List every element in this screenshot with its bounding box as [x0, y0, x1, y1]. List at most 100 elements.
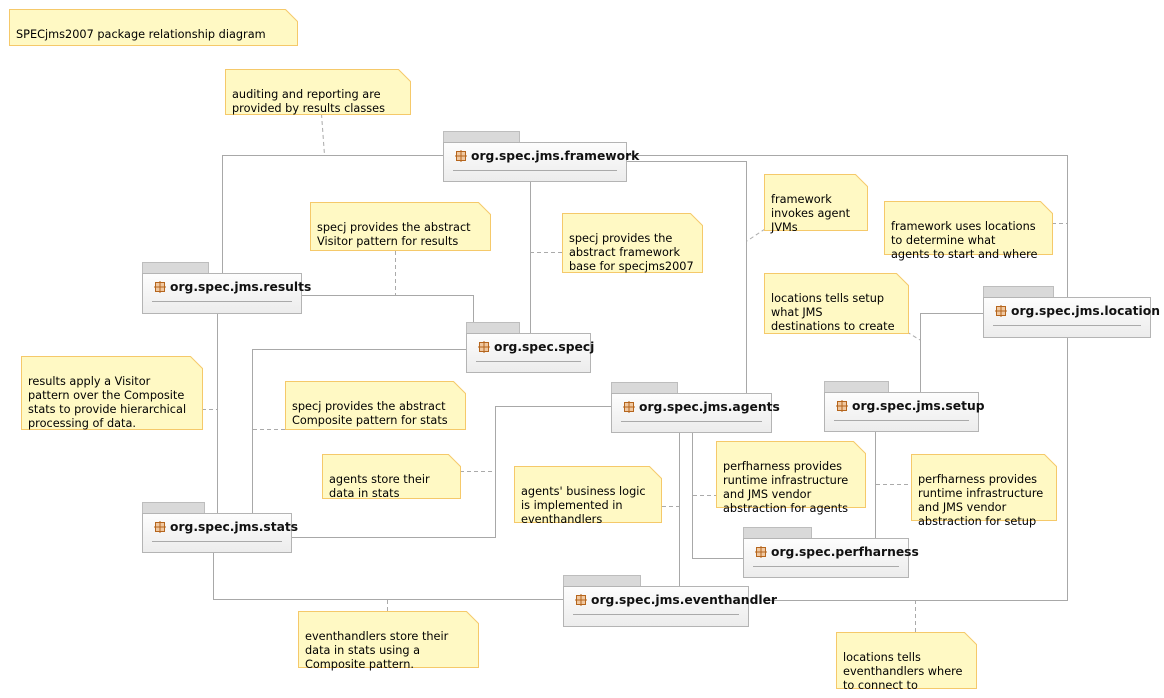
package-icon — [154, 281, 166, 293]
note-locations-eventhandlers: locations tells eventhandlers where to c… — [836, 632, 977, 692]
package-framework[interactable]: org.spec.jms.framework — [443, 131, 639, 182]
package-compartment-divider — [621, 421, 762, 422]
package-setup[interactable]: org.spec.jms.setup — [824, 381, 985, 432]
note-agents-store: agents store their data in stats — [322, 454, 461, 500]
package-icon — [575, 594, 587, 606]
note-fold-icon — [478, 202, 491, 215]
note-text: perfharness provides runtime infrastruct… — [918, 473, 1044, 528]
note-link-invokes-agents — [746, 228, 766, 242]
package-label: org.spec.perfharness — [755, 545, 919, 559]
note-fold-icon — [453, 381, 466, 394]
package-icon — [455, 150, 467, 162]
note-framework-base: specj provides the abstract framework ba… — [562, 213, 703, 273]
note-fold-icon — [690, 213, 703, 226]
note-text: framework uses locations to determine wh… — [891, 220, 1038, 261]
note-text: perfharness provides runtime infrastruct… — [723, 460, 849, 515]
note-text: agents' business logic is implemented in… — [521, 485, 646, 526]
package-body: org.spec.jms.location — [983, 297, 1160, 338]
package-name: org.spec.jms.framework — [471, 149, 640, 163]
package-name: org.spec.jms.setup — [852, 399, 985, 413]
note-visitor-results: specj provides the abstract Visitor patt… — [310, 202, 491, 251]
package-compartment-divider — [152, 541, 282, 542]
package-perfharness[interactable]: org.spec.perfharness — [743, 527, 919, 578]
package-label: org.spec.jms.eventhandler — [575, 593, 777, 607]
package-label: org.spec.jms.stats — [154, 520, 298, 534]
note-auditing: auditing and reporting are provided by r… — [225, 69, 411, 115]
package-specj[interactable]: org.spec.specj — [466, 322, 594, 373]
note-text: specj provides the abstract Composite pa… — [292, 400, 448, 427]
package-name: org.spec.jms.agents — [639, 400, 780, 414]
note-text: results apply a Visitor pattern over the… — [28, 375, 187, 430]
note-eventhandlers-store: eventhandlers store their data in stats … — [298, 611, 479, 671]
note-perf-agents: perfharness provides runtime infrastruct… — [716, 441, 866, 515]
package-body: org.spec.perfharness — [743, 538, 919, 578]
note-text: locations tells setup what JMS destinati… — [771, 292, 895, 333]
note-fold-icon — [466, 611, 479, 624]
package-label: org.spec.jms.location — [995, 304, 1160, 318]
package-label: org.spec.jms.agents — [623, 400, 780, 414]
package-diagram-canvas: SPECjms2007 package relationship diagram… — [0, 0, 1164, 698]
note-fold-icon — [1044, 454, 1057, 467]
package-body: org.spec.specj — [466, 333, 594, 373]
diagram-title-note: SPECjms2007 package relationship diagram — [9, 9, 298, 46]
package-compartment-divider — [476, 361, 581, 362]
package-body: org.spec.jms.results — [142, 273, 311, 314]
package-label: org.spec.jms.results — [154, 280, 311, 294]
package-body: org.spec.jms.stats — [142, 513, 298, 553]
note-fold-icon — [448, 454, 461, 467]
package-label: org.spec.jms.framework — [455, 149, 639, 163]
dependency-framework-agents — [627, 161, 747, 394]
note-text: SPECjms2007 package relationship diagram — [16, 28, 266, 41]
package-agents[interactable]: org.spec.jms.agents — [611, 382, 780, 433]
package-icon — [478, 341, 490, 353]
note-locations-setup: locations tells setup what JMS destinati… — [764, 273, 909, 334]
package-label: org.spec.specj — [478, 340, 594, 354]
note-fold-icon — [853, 441, 866, 454]
note-business-logic: agents' business logic is implemented in… — [514, 466, 662, 526]
package-body: org.spec.jms.setup — [824, 392, 985, 432]
note-fold-icon — [855, 174, 868, 187]
note-text: specj provides the abstract framework ba… — [569, 232, 694, 273]
note-text: locations tells eventhandlers where to c… — [843, 651, 963, 692]
package-body: org.spec.jms.framework — [443, 142, 639, 182]
package-compartment-divider — [152, 301, 292, 302]
note-fold-icon — [964, 632, 977, 645]
package-compartment-divider — [993, 325, 1141, 326]
note-uses-locations: framework uses locations to determine wh… — [884, 201, 1053, 261]
package-compartment-divider — [453, 170, 617, 171]
package-icon — [154, 521, 166, 533]
package-icon — [755, 546, 767, 558]
note-fold-icon — [1040, 201, 1053, 214]
package-compartment-divider — [753, 566, 899, 567]
package-compartment-divider — [834, 420, 969, 421]
note-fold-icon — [398, 69, 411, 82]
package-name: org.spec.perfharness — [771, 545, 919, 559]
package-compartment-divider — [573, 614, 739, 615]
package-results[interactable]: org.spec.jms.results — [142, 262, 311, 314]
note-text: auditing and reporting are provided by r… — [232, 88, 385, 115]
package-location[interactable]: org.spec.jms.location — [983, 286, 1160, 338]
note-text: eventhandlers store their data in stats … — [305, 630, 449, 671]
package-name: org.spec.jms.location — [1011, 304, 1160, 318]
note-link-auditing — [321, 113, 325, 156]
package-body: org.spec.jms.eventhandler — [563, 586, 777, 627]
note-text: agents store their data in stats — [329, 473, 430, 500]
package-stats[interactable]: org.spec.jms.stats — [142, 502, 298, 553]
package-eventhandler[interactable]: org.spec.jms.eventhandler — [563, 575, 777, 627]
dependency-results-specj — [302, 295, 474, 334]
package-icon — [836, 400, 848, 412]
package-label: org.spec.jms.setup — [836, 399, 985, 413]
note-perf-setup: perfharness provides runtime infrastruct… — [911, 454, 1057, 528]
package-name: org.spec.jms.eventhandler — [591, 593, 777, 607]
package-body: org.spec.jms.agents — [611, 393, 780, 433]
note-fold-icon — [896, 273, 909, 286]
note-text: specj provides the abstract Visitor patt… — [317, 221, 471, 248]
package-name: org.spec.specj — [494, 340, 595, 354]
note-fold-icon — [190, 356, 203, 369]
package-icon — [623, 401, 635, 413]
package-icon — [995, 305, 1007, 317]
package-name: org.spec.jms.results — [170, 280, 312, 294]
note-results-visitor: results apply a Visitor pattern over the… — [21, 356, 203, 430]
note-composite-stats: specj provides the abstract Composite pa… — [285, 381, 466, 430]
note-invokes-agents: framework invokes agent JVMs — [764, 174, 868, 234]
